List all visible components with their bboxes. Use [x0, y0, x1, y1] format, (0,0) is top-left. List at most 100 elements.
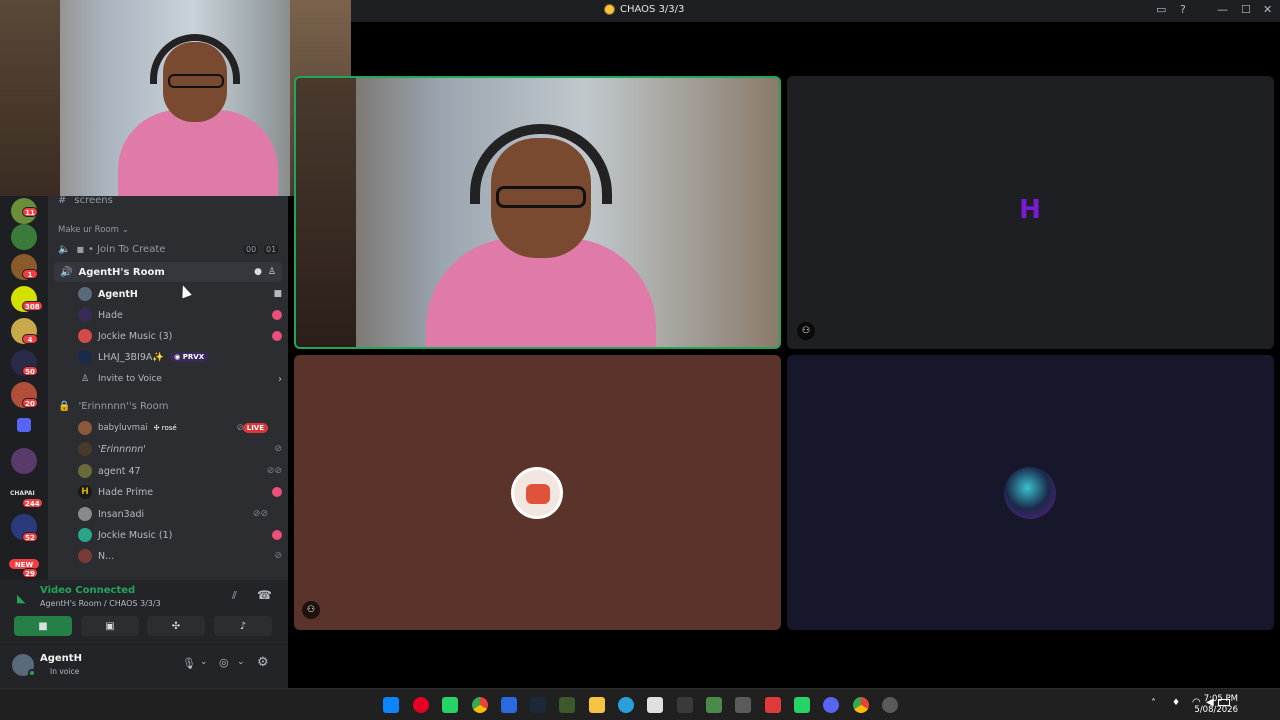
video-tile-lhaj[interactable]: [787, 355, 1274, 630]
chevron-up-icon[interactable]: ˄: [1151, 698, 1156, 709]
user-status: In voice: [50, 667, 80, 676]
folder-icon[interactable]: [17, 418, 31, 432]
unread-badge: 11: [22, 207, 38, 217]
disconnect-icon[interactable]: ☎: [257, 588, 272, 602]
avatar: [78, 350, 92, 364]
video-tile-agenth[interactable]: [294, 76, 781, 349]
voice-user[interactable]: babyluvmai ✣ rosé ⊘ LIVE: [78, 418, 278, 438]
server-icon[interactable]: [11, 448, 37, 474]
camera-icon: ■: [38, 620, 48, 632]
unread-badge: 4: [22, 334, 38, 344]
user-panel: AgentH In voice 🎙 ⌄ ◎ ⌄ ⚙: [0, 644, 288, 688]
inbox-icon[interactable]: ▭: [1156, 3, 1166, 16]
hash-icon: #: [58, 196, 67, 206]
settings-icon[interactable]: ⚙: [257, 655, 269, 670]
voice-location[interactable]: AgentH's Room / CHAOS 3/3/3: [40, 599, 161, 608]
voice-user[interactable]: H Hade Prime: [78, 482, 282, 502]
invite-to-voice[interactable]: ♙ Invite to Voice ›: [78, 369, 282, 389]
app-icon[interactable]: [735, 697, 751, 713]
avatar: [78, 528, 92, 542]
headphones-icon[interactable]: ◎: [219, 656, 229, 669]
glasses-icon: [496, 186, 586, 208]
mute-icon: ⊘: [274, 551, 282, 561]
camera-icon: ■: [76, 244, 85, 254]
discord-icon[interactable]: [823, 697, 839, 713]
channel-erin-room[interactable]: 🔒 'Erinnnnn''s Room: [58, 396, 288, 416]
channel-screens[interactable]: # screens: [58, 196, 288, 210]
server-icon[interactable]: [11, 224, 37, 250]
voice-user[interactable]: Hade: [78, 305, 282, 325]
store-icon[interactable]: [647, 697, 663, 713]
chrome-icon[interactable]: [472, 697, 488, 713]
activities-button[interactable]: ✣: [147, 616, 205, 636]
signal-icon: ◣: [17, 592, 26, 605]
prvx-tag: ◉ PRVX: [170, 352, 209, 362]
help-icon[interactable]: ?: [1180, 3, 1186, 16]
username[interactable]: AgentH: [40, 653, 82, 664]
pinterest-icon[interactable]: [413, 697, 429, 713]
microphone-icon[interactable]: 🎙: [182, 657, 196, 670]
voice-user[interactable]: Jockie Music (3): [78, 326, 282, 346]
screen-share-button[interactable]: ▣: [81, 616, 139, 636]
voice-user[interactable]: N... ⊘: [78, 546, 282, 566]
app-icon[interactable]: [677, 697, 693, 713]
voice-user[interactable]: agent 47 ⊘⊘: [78, 461, 282, 481]
noise-suppression-icon[interactable]: ⫽: [232, 589, 237, 603]
hade-logo: H: [1019, 195, 1041, 225]
whatsapp-icon[interactable]: [442, 697, 458, 713]
channel-list: # screens Make ur Room ⌄ 🔈 ■ • Join To C…: [48, 196, 288, 580]
microphone-icon[interactable]: ♦: [1172, 698, 1180, 708]
invite-icon[interactable]: ♙: [268, 267, 276, 277]
screen-share-icon: ▣: [105, 620, 115, 632]
check-icon[interactable]: [706, 697, 722, 713]
camera-button[interactable]: ■: [14, 616, 72, 636]
activities-icon: ✣: [171, 620, 181, 632]
voice-status[interactable]: Video Connected: [40, 585, 135, 596]
app-icon[interactable]: [559, 697, 575, 713]
chat-icon[interactable]: ●: [254, 267, 262, 277]
voice-user[interactable]: Jockie Music (1): [78, 525, 282, 545]
app-icon[interactable]: [765, 697, 781, 713]
channel-agenth-room[interactable]: 🔊 AgentH's Room ● ♙: [54, 262, 282, 282]
avatar: [78, 329, 92, 343]
rose-tag: ✣ rosé: [153, 424, 177, 432]
activity-icon: [272, 530, 282, 540]
soundboard-icon: ♪: [239, 620, 247, 632]
avatar: [78, 464, 92, 478]
steam-icon[interactable]: [530, 697, 546, 713]
chevron-down-icon[interactable]: ⌄: [200, 657, 208, 667]
start-icon[interactable]: [383, 697, 399, 713]
maximize-button[interactable]: ☐: [1241, 3, 1251, 16]
video-tile-jockie-music[interactable]: ⚇: [294, 355, 781, 630]
app-icon[interactable]: [882, 697, 898, 713]
channel-join-to-create[interactable]: 🔈 ■ • Join To Create 00 01: [58, 239, 288, 259]
minimize-button[interactable]: —: [1217, 3, 1228, 16]
category-header[interactable]: Make ur Room ⌄: [58, 220, 288, 240]
telegram-icon[interactable]: [618, 697, 634, 713]
voice-user[interactable]: 'Erinnnnn' ⊘: [78, 439, 282, 459]
live-badge: LIVE: [242, 423, 268, 433]
folder-icon[interactable]: [589, 697, 605, 713]
chrome-icon[interactable]: [853, 697, 869, 713]
video-tile-hade[interactable]: H ⚇: [787, 76, 1274, 349]
unread-badge: 1: [22, 269, 38, 279]
user-limit: 01: [264, 244, 279, 254]
speaker-icon: 🔈: [58, 243, 71, 255]
close-button[interactable]: ✕: [1263, 3, 1272, 16]
unread-badge: 20: [22, 398, 38, 408]
voice-user[interactable]: Insan3adi ⊘⊘: [78, 504, 278, 524]
server-label: CHAPAI: [10, 490, 35, 497]
app-icon[interactable]: [501, 697, 517, 713]
unread-badge: 308: [22, 301, 43, 311]
soundboard-button[interactable]: ♪: [214, 616, 272, 636]
whatsapp-icon[interactable]: [794, 697, 810, 713]
chevron-down-icon[interactable]: ⌄: [237, 657, 245, 667]
activity-icon: ⚇: [797, 322, 815, 340]
mute-icon: ⊘⊘: [252, 509, 268, 519]
voice-user[interactable]: LHAJ_3BI9A✨ ◉ PRVX: [78, 347, 278, 367]
clock[interactable]: 7:05 PM 5/08/2026: [1194, 694, 1238, 716]
speaker-icon: 🔊: [60, 266, 73, 278]
taskbar: ˄ ♦ ◠ ◀ 7:05 PM 5/08/2026: [0, 688, 1280, 720]
activity-icon: [272, 310, 282, 320]
avatar: [1004, 467, 1056, 519]
